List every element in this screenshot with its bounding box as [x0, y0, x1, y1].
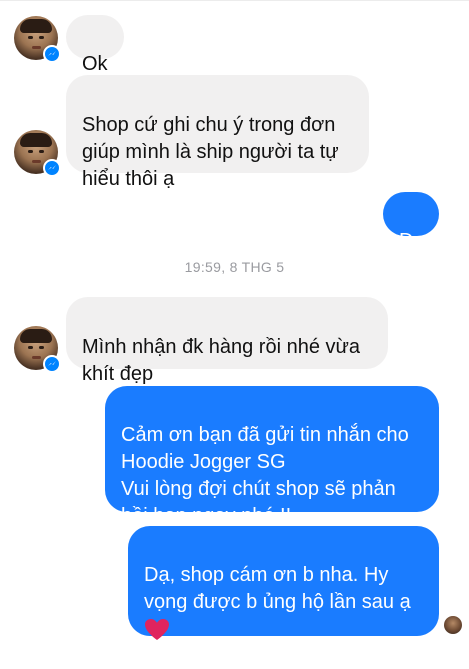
seen-indicator-avatar — [444, 616, 462, 634]
top-divider — [0, 0, 469, 1]
contact-avatar[interactable] — [14, 130, 61, 177]
message-bubble-incoming[interactable]: Shop cứ ghi chu ý trong đơn giúp mình là… — [66, 75, 369, 190]
messenger-icon — [43, 355, 61, 373]
contact-avatar[interactable] — [14, 326, 61, 373]
message-text: Dạ, shop cám ơn b nha. Hy vọng được b ủn… — [144, 564, 411, 613]
message-text: Dạ — [399, 230, 425, 252]
message-text: Cảm ơn bạn đã gửi tin nhắn cho Hoodie Jo… — [121, 424, 409, 527]
message-text: Shop cứ ghi chu ý trong đơn giúp mình là… — [82, 114, 339, 190]
contact-avatar[interactable] — [14, 16, 61, 63]
message-timestamp: 19:59, 8 THG 5 — [184, 259, 285, 275]
message-bubble-incoming[interactable]: Mình nhận đk hàng rồi nhé vừa khít đẹp — [66, 297, 388, 385]
message-bubble-outgoing[interactable]: Dạ — [383, 192, 439, 252]
heart-icon — [145, 619, 169, 640]
message-text: Mình nhận đk hàng rồi nhé vừa khít đẹp — [82, 336, 361, 385]
message-text: Ok — [82, 53, 108, 75]
message-bubble-outgoing[interactable]: Dạ, shop cám ơn b nha. Hy vọng được b ủn… — [128, 526, 439, 640]
message-bubble-incoming[interactable]: Ok — [66, 15, 124, 75]
message-bubble-outgoing[interactable]: Cảm ơn bạn đã gửi tin nhắn cho Hoodie Jo… — [105, 386, 439, 527]
messenger-icon — [43, 159, 61, 177]
messenger-icon — [43, 45, 61, 63]
